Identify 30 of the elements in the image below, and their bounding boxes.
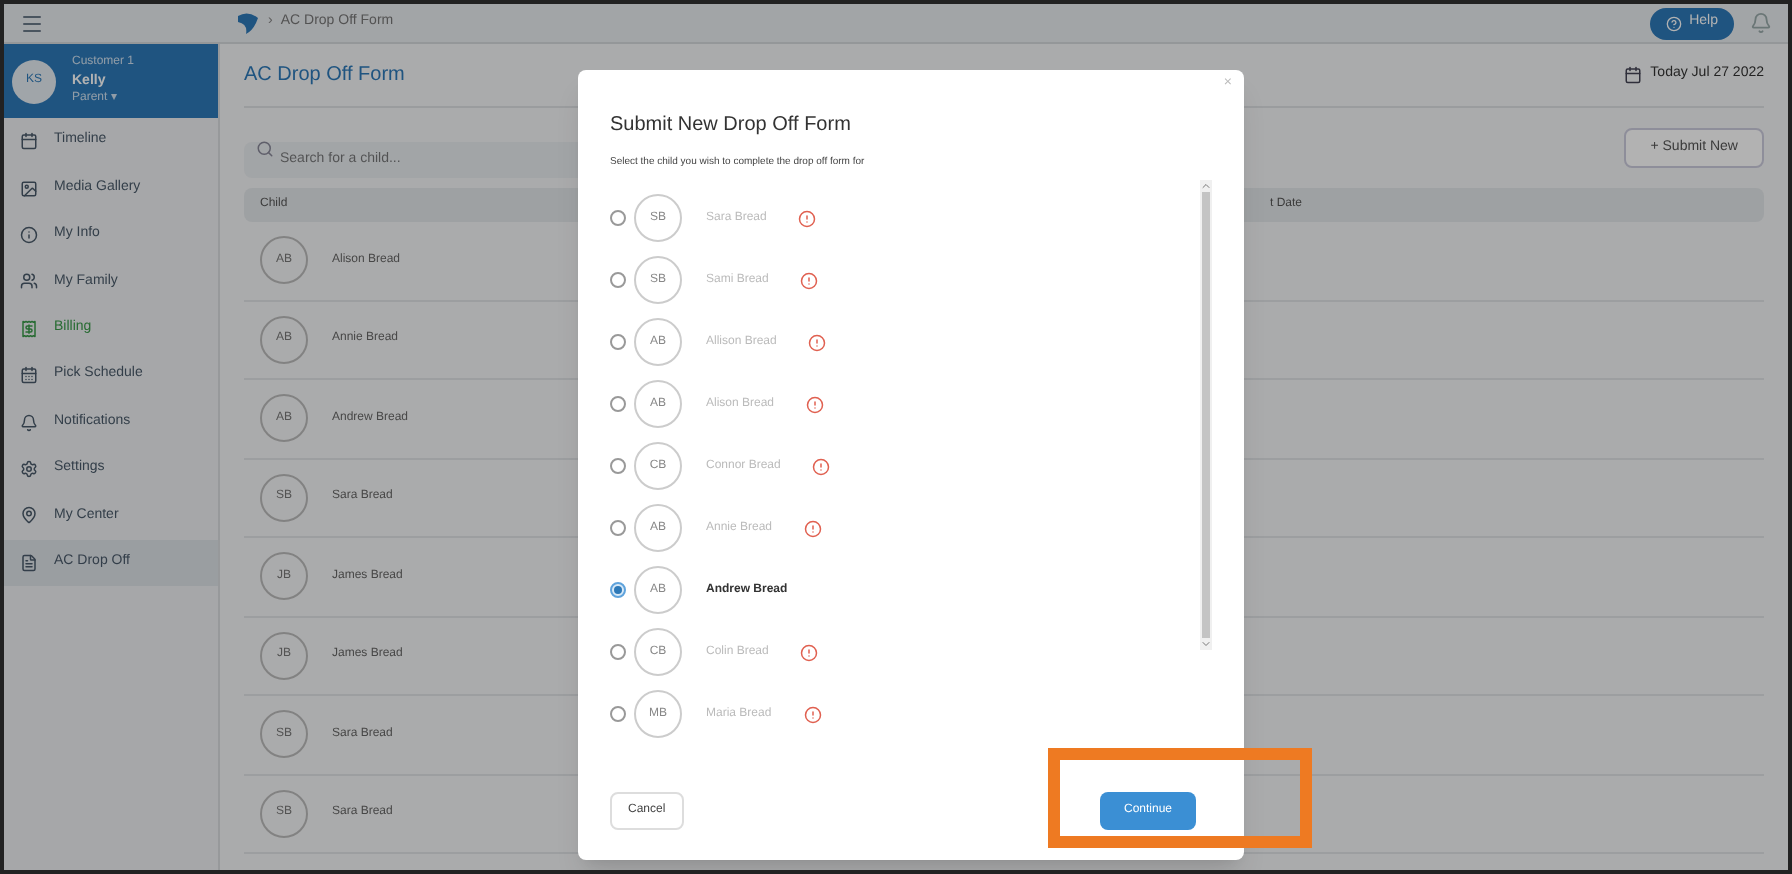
modal-title: Submit New Drop Off Form: [610, 112, 853, 140]
document-icon: [20, 553, 38, 572]
pin-icon: [20, 506, 38, 525]
scroll-down-icon[interactable]: [1200, 638, 1212, 650]
logo-icon: [236, 11, 260, 35]
receipt-icon: [20, 319, 38, 338]
warning-icon: [800, 643, 819, 661]
search-icon: [256, 139, 274, 157]
calendar-icon: [20, 132, 38, 151]
warning-icon: [800, 271, 819, 289]
radio-button[interactable]: [610, 582, 626, 598]
warning-icon: [806, 395, 825, 413]
warning-icon: [804, 519, 823, 537]
menu-icon[interactable]: [20, 11, 44, 35]
people-icon: [20, 272, 38, 291]
calendar-icon: [1624, 66, 1643, 84]
settings-icon: [20, 459, 38, 478]
bell-icon[interactable]: [1750, 12, 1772, 34]
info-icon: [20, 225, 38, 244]
page-title: AC Drop Off Form: [244, 62, 405, 90]
warning-icon: [808, 333, 827, 351]
scrollbar[interactable]: [1200, 180, 1212, 650]
calendar-icon: [20, 366, 38, 385]
bell-icon: [20, 413, 38, 432]
warning-icon: [803, 705, 822, 723]
warning-icon: [798, 209, 817, 227]
help-icon: [1665, 15, 1682, 31]
image-icon: [20, 179, 38, 198]
scroll-up-icon[interactable]: [1200, 180, 1212, 192]
warning-icon: [812, 457, 831, 475]
